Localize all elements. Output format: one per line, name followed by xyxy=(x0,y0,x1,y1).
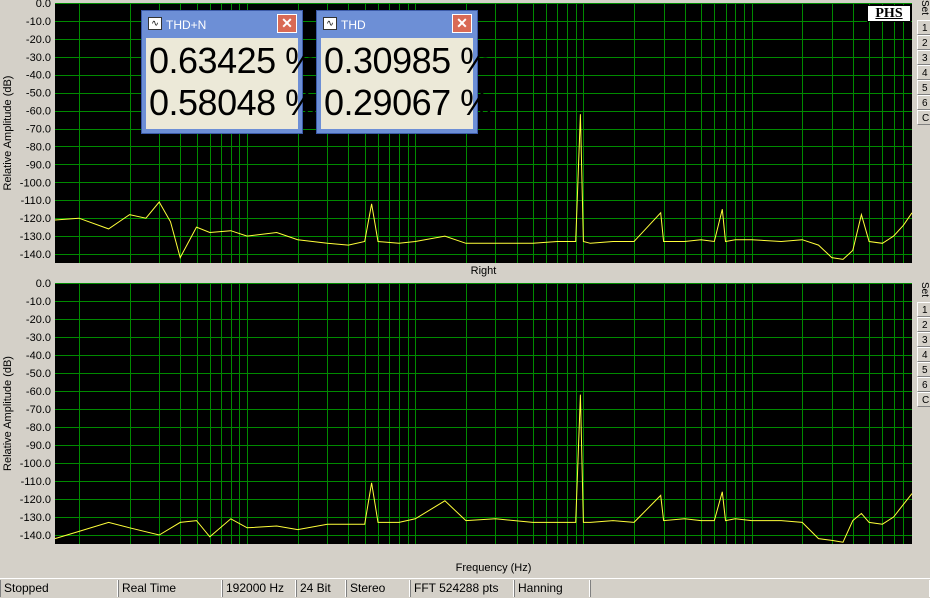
status-fft-size: FFT 524288 pts xyxy=(410,580,514,597)
side-strip-bottom: Set 1 2 3 4 5 6 C xyxy=(917,282,930,407)
right-spectrum-panel: 0.0 -10.0 -20.0 -30.0 -40.0 -50.0 -60.0 -70.0 -8… xyxy=(0,279,930,547)
side-button-1[interactable]: 1 xyxy=(917,20,930,35)
y-tick-label: -80.0 xyxy=(26,141,51,153)
status-window: Hanning xyxy=(514,580,590,597)
right-spectrum-chart: 0.0 -10.0 -20.0 -30.0 -40.0 -50.0 -60.0 -70.0 -8… xyxy=(2,279,913,544)
y-tick-label: -130.0 xyxy=(20,512,51,524)
y-tick-label: -90.0 xyxy=(26,159,51,171)
meter-title: THD xyxy=(341,18,366,32)
thdn-meter-window[interactable]: ∿ THD+N ✕ 0.63425 % 0.58048 % xyxy=(141,10,317,134)
y-tick-label: -10.0 xyxy=(26,16,51,28)
y-axis-title: Relative Amplitude (dB) xyxy=(2,76,14,191)
y-tick-label: 0.0 xyxy=(36,279,51,290)
phs-logo: PHS xyxy=(867,5,911,22)
meter-readout: 0.63425 % 0.58048 % xyxy=(146,38,317,129)
y-axis-title: Relative Amplitude (dB) xyxy=(2,356,14,471)
status-bar: Stopped Real Time 192000 Hz 24 Bit Stere… xyxy=(0,578,930,598)
y-tick-label: -50.0 xyxy=(26,368,51,380)
side-button-5[interactable]: 5 xyxy=(917,80,930,95)
side-button-1[interactable]: 1 xyxy=(917,302,930,317)
status-empty xyxy=(590,580,930,597)
y-tick-label: -120.0 xyxy=(20,213,51,225)
y-tick-label: -140.0 xyxy=(20,530,51,542)
side-button-6[interactable]: 6 xyxy=(917,95,930,110)
plot-area xyxy=(55,283,912,544)
y-tick-label: -40.0 xyxy=(26,350,51,362)
y-tick-label: -40.0 xyxy=(26,70,51,82)
meter-value-right: 0.58048 % xyxy=(149,82,317,123)
y-tick-label: -140.0 xyxy=(20,249,51,261)
side-button-c[interactable]: C xyxy=(917,110,930,125)
side-button-5[interactable]: 5 xyxy=(917,362,930,377)
y-tick-label: -90.0 xyxy=(26,440,51,452)
waveform-icon: ∿ xyxy=(148,17,162,30)
close-icon[interactable]: ✕ xyxy=(452,14,472,33)
side-strip-head: Set xyxy=(919,282,930,298)
waveform-icon: ∿ xyxy=(323,17,337,30)
y-tick-label: -100.0 xyxy=(20,458,51,470)
y-tick-label: -100.0 xyxy=(20,177,51,189)
status-bit-depth: 24 Bit xyxy=(296,580,346,597)
side-button-2[interactable]: 2 xyxy=(917,35,930,50)
y-tick-label: -20.0 xyxy=(26,34,51,46)
x-axis-title: Frequency (Hz) xyxy=(455,562,532,574)
y-tick-label: -70.0 xyxy=(26,404,51,416)
y-tick-label: 0.0 xyxy=(36,0,51,10)
y-tick-label: -110.0 xyxy=(21,476,51,488)
side-button-3[interactable]: 3 xyxy=(917,332,930,347)
y-tick-label: -20.0 xyxy=(26,314,51,326)
y-tick-label: -60.0 xyxy=(26,106,51,118)
side-strip-head: Set xyxy=(919,0,930,16)
y-tick-label: -70.0 xyxy=(26,124,51,136)
y-tick-label: -80.0 xyxy=(26,422,51,434)
y-tick-label: -60.0 xyxy=(26,386,51,398)
status-mode: Real Time xyxy=(118,580,222,597)
side-button-2[interactable]: 2 xyxy=(917,317,930,332)
side-strip-top: Set 1 2 3 4 5 6 C xyxy=(917,0,930,125)
meter-readout: 0.30985 % 0.29067 % xyxy=(321,38,492,129)
y-tick-label: -30.0 xyxy=(26,332,51,344)
y-tick-label: -30.0 xyxy=(26,52,51,64)
side-button-c[interactable]: C xyxy=(917,392,930,407)
y-tick-label: -50.0 xyxy=(26,88,51,100)
meter-value-left: 0.63425 % xyxy=(149,40,317,81)
status-sample-rate: 192000 Hz xyxy=(222,580,296,597)
channel-label-right: Right xyxy=(470,265,497,277)
close-icon[interactable]: ✕ xyxy=(277,14,297,33)
side-button-4[interactable]: 4 xyxy=(917,347,930,362)
y-tick-label: -130.0 xyxy=(20,231,51,243)
status-run-state: Stopped xyxy=(0,580,118,597)
meter-value-left: 0.30985 % xyxy=(324,40,492,81)
thd-meter-window[interactable]: ∿ THD ✕ 0.30985 % 0.29067 % xyxy=(316,10,492,134)
meter-value-right: 0.29067 % xyxy=(324,82,492,123)
y-tick-label: -120.0 xyxy=(20,494,51,506)
side-button-3[interactable]: 3 xyxy=(917,50,930,65)
y-tick-label: -110.0 xyxy=(21,195,51,207)
y-tick-label: -10.0 xyxy=(26,296,51,308)
side-button-6[interactable]: 6 xyxy=(917,377,930,392)
status-channels: Stereo xyxy=(346,580,410,597)
meter-title: THD+N xyxy=(166,18,207,32)
side-button-4[interactable]: 4 xyxy=(917,65,930,80)
